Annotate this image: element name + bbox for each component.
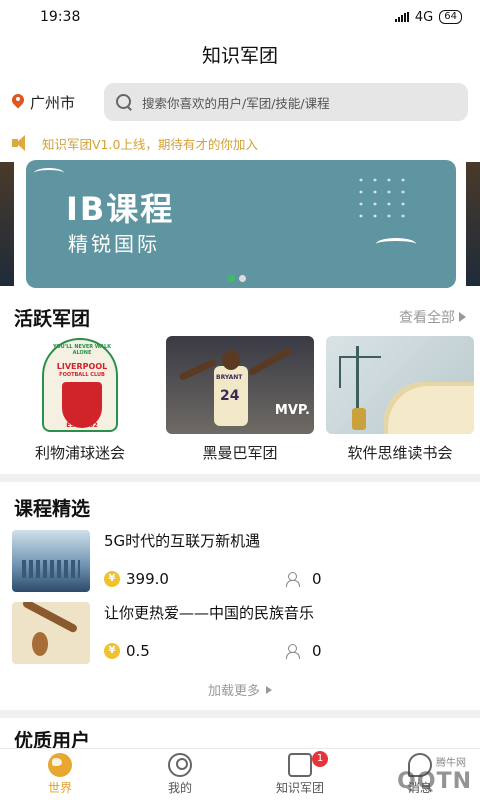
banner-indicator	[228, 275, 246, 282]
banner-slide[interactable]: IB课程 精锐国际	[26, 160, 456, 288]
watermark-logo: QQTN	[397, 769, 472, 794]
tab-label: 我的	[167, 781, 192, 795]
user-icon	[168, 753, 192, 777]
price-value: 399.0	[126, 570, 169, 588]
speaker-icon	[12, 135, 32, 151]
view-all-label: 查看全部	[399, 310, 455, 326]
indicator-dot	[228, 275, 235, 282]
participant-count: 0	[312, 570, 322, 588]
course-participants: 0	[286, 570, 322, 588]
participant-count: 0	[312, 642, 322, 660]
status-bar: 19:38 4G 64	[0, 0, 480, 34]
watermark-site-name: 腾牛网	[436, 758, 466, 769]
users-header: 优质用户	[0, 726, 480, 748]
course-item[interactable]: 5G时代的互联万新机遇 ¥ 399.0 0	[12, 530, 468, 596]
search-row: 广州市 搜索你喜欢的用户/军团/技能/课程	[0, 80, 480, 124]
search-icon	[116, 94, 132, 110]
crest-subtitle: FOOTBALL CLUB	[59, 372, 105, 378]
indicator-dot	[239, 275, 246, 282]
course-item[interactable]: 让你更热爱——中国的民族音乐 ¥ 0.5 0	[12, 602, 468, 668]
battery-icon: 64	[439, 10, 462, 24]
image-caption: MVP.	[274, 403, 310, 418]
tab-label: 知识军团	[275, 781, 324, 795]
banner-next-peek	[466, 162, 480, 286]
load-more-button[interactable]: 加载更多	[0, 680, 480, 699]
view-all-link[interactable]: 查看全部	[399, 307, 466, 327]
banner-title: IB课程	[66, 190, 175, 228]
section-divider	[0, 474, 480, 482]
tab-groups[interactable]: 知识军团 1	[240, 749, 360, 800]
group-card[interactable]: 软件思维读书会	[320, 336, 480, 466]
arrow-right-icon	[459, 312, 466, 322]
banner-carousel[interactable]: IB课程 精锐国际	[0, 160, 480, 288]
crest-year: EST·1892	[66, 422, 98, 429]
coin-icon: ¥	[104, 643, 120, 659]
section-divider	[0, 710, 480, 718]
dot-grid-decoration	[354, 174, 410, 224]
tab-label: 世界	[47, 781, 72, 795]
wave-decoration	[34, 168, 64, 178]
jersey-name: BRYANT	[216, 374, 243, 381]
section-title: 优质用户	[14, 730, 91, 748]
course-price: ¥ 399.0	[104, 570, 169, 588]
basketball-player-image: BRYANT 24 MVP.	[166, 336, 314, 434]
tab-mine[interactable]: 我的	[120, 749, 240, 800]
people-icon	[286, 644, 304, 659]
city-label: 广州市	[30, 93, 76, 112]
page-title: 知识军团	[201, 45, 278, 67]
group-icon	[288, 753, 312, 777]
group-card[interactable]: YOU'LL NEVER WALK ALONE LIVERPOOL FOOTBA…	[0, 336, 160, 466]
crest-motto: YOU'LL NEVER WALK ALONE	[52, 344, 112, 356]
jersey-number: 24	[220, 388, 240, 404]
active-groups-header: 活跃军团 查看全部	[0, 302, 480, 332]
tab-world[interactable]: 世界	[0, 749, 120, 800]
crest-icon: YOU'LL NEVER WALK ALONE LIVERPOOL FOOTBA…	[42, 338, 118, 432]
crest-title: LIVERPOOL	[56, 362, 108, 371]
wave-decoration	[376, 238, 416, 250]
network-type: 4G	[414, 9, 434, 25]
load-more-label: 加载更多	[207, 684, 260, 699]
announcement-text: 知识军团V1.0上线，期待有才的你加入	[42, 136, 258, 152]
price-value: 0.5	[126, 642, 150, 660]
active-groups-list: YOU'LL NEVER WALK ALONE LIVERPOOL FOOTBA…	[0, 336, 480, 466]
notification-badge: 1	[312, 751, 328, 767]
arm-shape	[247, 346, 293, 377]
liverpool-crest-image: YOU'LL NEVER WALK ALONE LIVERPOOL FOOTBA…	[6, 336, 154, 434]
arrow-right-icon	[266, 685, 272, 694]
bulb-shape	[352, 408, 366, 430]
people-icon	[286, 572, 304, 587]
status-time: 19:38	[40, 9, 81, 25]
search-placeholder: 搜索你喜欢的用户/军团/技能/课程	[142, 95, 330, 111]
course-price: ¥ 0.5	[104, 642, 150, 660]
group-name: 软件思维读书会	[347, 444, 453, 462]
course-title: 让你更热爱——中国的民族音乐	[104, 604, 315, 622]
courses-header: 课程精选	[0, 492, 480, 522]
status-icons: 4G 64	[394, 9, 462, 25]
coin-icon: ¥	[104, 571, 120, 587]
course-thumbnail	[12, 530, 90, 592]
group-card[interactable]: BRYANT 24 MVP. 黑曼巴军团	[160, 336, 320, 466]
course-title: 5G时代的互联万新机遇	[104, 532, 261, 550]
banner-prev-peek	[0, 162, 14, 286]
group-name: 利物浦球迷会	[34, 444, 125, 462]
announcement-bar[interactable]: 知识军团V1.0上线，期待有才的你加入	[0, 130, 480, 156]
signal-icon	[394, 12, 409, 22]
course-participants: 0	[286, 642, 322, 660]
book-tree-image	[326, 336, 474, 434]
city-selector[interactable]: 广州市	[12, 92, 104, 113]
section-title: 活跃军团	[14, 307, 91, 330]
head-shape	[222, 350, 240, 370]
group-name: 黑曼巴军团	[202, 444, 278, 462]
banner-subtitle: 精锐国际	[68, 232, 160, 256]
search-input[interactable]: 搜索你喜欢的用户/军团/技能/课程	[104, 83, 468, 121]
location-pin-icon	[12, 94, 24, 110]
course-thumbnail	[12, 602, 90, 664]
globe-icon	[48, 753, 72, 777]
arm-shape	[178, 357, 218, 382]
section-title: 课程精选	[14, 497, 91, 520]
